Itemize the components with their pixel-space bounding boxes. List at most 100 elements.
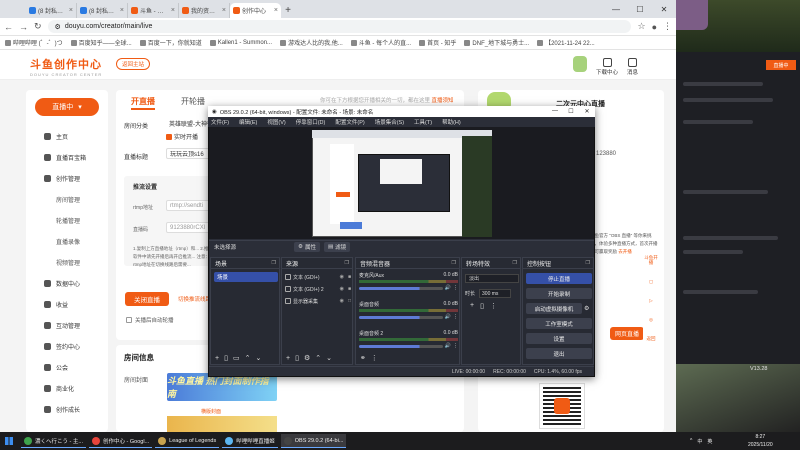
windows-start-icon[interactable] bbox=[0, 432, 18, 450]
studio-mode-button[interactable]: 工作室模式 bbox=[526, 318, 592, 329]
sidebar-subitem[interactable]: 视频管理 bbox=[56, 258, 80, 267]
obs-menu-item[interactable]: 编辑(E) bbox=[239, 118, 257, 126]
sidebar-subitem[interactable]: 房间管理 bbox=[56, 195, 80, 204]
sidebar-item[interactable]: 公会 bbox=[44, 363, 68, 372]
exit-button[interactable]: 退出 bbox=[526, 348, 592, 359]
lock-icon[interactable]: ■ bbox=[348, 286, 351, 292]
unlock-icon[interactable]: □ bbox=[348, 298, 351, 304]
switch-line-link[interactable]: 切换推流线路 bbox=[178, 295, 211, 303]
rtmp-input[interactable]: rtmp://sendti bbox=[166, 200, 212, 211]
tray-item[interactable]: 英 bbox=[707, 438, 712, 445]
background-app-live-button[interactable]: 直播中 bbox=[766, 60, 796, 70]
sidebar-item[interactable]: 数据中心 bbox=[44, 279, 80, 288]
stream-code-input[interactable]: 9123880rCXl bbox=[166, 222, 212, 233]
volume-slider[interactable] bbox=[359, 286, 443, 290]
dock-float-icon[interactable]: ❐ bbox=[345, 260, 349, 266]
visibility-eye-icon[interactable]: ◉ bbox=[340, 274, 344, 280]
speaker-icon[interactable]: 🔊 bbox=[445, 343, 451, 349]
channel-menu-icon[interactable]: ⋮ bbox=[453, 314, 458, 320]
volume-slider[interactable] bbox=[359, 344, 443, 348]
minimize-icon[interactable]: — bbox=[604, 0, 628, 18]
bookmark-item[interactable]: 游戏达人比的我,他... bbox=[280, 38, 343, 47]
settings-button[interactable]: 设置 bbox=[526, 333, 592, 344]
obs-menu-item[interactable]: 视图(V) bbox=[267, 118, 285, 126]
live-status-button[interactable]: 直播中 ▾ bbox=[35, 98, 99, 116]
taskbar-app[interactable]: League of Legends bbox=[155, 434, 220, 448]
move-up-icon[interactable]: ⌃ bbox=[245, 354, 251, 362]
remove-source-icon[interactable]: ▯ bbox=[295, 354, 299, 362]
obs-menu-item[interactable]: 文件(F) bbox=[211, 118, 229, 126]
transition-menu-icon[interactable]: ⋮ bbox=[490, 302, 497, 310]
obs-menu-item[interactable]: 停靠窗口(D) bbox=[296, 118, 326, 126]
obs-menu-item[interactable]: 场景集合(S) bbox=[375, 118, 404, 126]
float-video-icon[interactable]: ▷ bbox=[649, 298, 652, 303]
obs-menu-item[interactable]: 帮助(H) bbox=[442, 118, 461, 126]
forward-icon[interactable]: → bbox=[19, 22, 28, 32]
tab-close-icon[interactable]: × bbox=[69, 7, 73, 14]
add-scene-icon[interactable]: + bbox=[215, 355, 219, 362]
profile-icon[interactable]: ● bbox=[652, 22, 657, 32]
browser-tab[interactable]: (8 封私信 / 24 条消息) 斯万 -× bbox=[26, 3, 77, 18]
duration-input[interactable]: 300 ms bbox=[479, 289, 512, 298]
move-down-icon[interactable]: ⌄ bbox=[255, 354, 261, 362]
source-row[interactable]: 文本 (GDI+) ◉ ■ bbox=[285, 272, 351, 282]
taskbar-app[interactable]: 哔哩哔哩直播姬 bbox=[222, 434, 278, 448]
cover-guide-banner[interactable]: 斗鱼直播 热门封面制作指南 bbox=[167, 373, 277, 401]
virtual-camera-button[interactable]: 启动虚拟摄像机 bbox=[526, 303, 582, 314]
sidebar-item[interactable]: 主页 bbox=[44, 132, 68, 141]
speaker-icon[interactable]: 🔊 bbox=[445, 314, 451, 320]
source-row[interactable]: 显示器采集 ◉ □ bbox=[285, 296, 351, 306]
tray-item[interactable]: ^ bbox=[690, 438, 692, 444]
sidebar-item[interactable]: 互动管理 bbox=[44, 321, 80, 330]
dock-float-icon[interactable]: ❐ bbox=[452, 260, 456, 266]
download-center[interactable]: 下载中心 bbox=[596, 58, 618, 76]
tab-close-icon[interactable]: × bbox=[120, 7, 124, 14]
float-chat-icon[interactable]: ▢ bbox=[649, 279, 653, 284]
taskbar-app[interactable]: 濃くへ行こう - 主... bbox=[21, 434, 86, 448]
new-tab-button[interactable]: + bbox=[281, 3, 295, 18]
tab-start-live[interactable]: 开直播 bbox=[131, 96, 155, 107]
taskbar-app[interactable]: OBS 29.0.2 (64-bi... bbox=[280, 434, 347, 448]
scene-item[interactable]: 场景 bbox=[214, 272, 278, 282]
return-home-button[interactable]: 返回主站 bbox=[116, 58, 151, 70]
auto-rotation-option[interactable]: 关播后自动轮播 bbox=[126, 316, 174, 324]
lock-icon[interactable]: ■ bbox=[348, 274, 351, 280]
transition-select[interactable]: 淡出 bbox=[465, 274, 519, 283]
sidebar-item[interactable]: 商业化 bbox=[44, 384, 74, 393]
volume-slider[interactable] bbox=[359, 315, 443, 319]
remove-scene-icon[interactable]: ▯ bbox=[224, 354, 228, 362]
float-back-label[interactable]: 返回 bbox=[647, 336, 656, 341]
clock[interactable]: 8:27 2025/11/20 bbox=[748, 433, 773, 449]
tip-link[interactable]: 直播须知 bbox=[432, 98, 454, 104]
start-recording-button[interactable]: 开始录制 bbox=[526, 288, 592, 299]
close-live-button[interactable]: 关闭直播 bbox=[125, 292, 169, 306]
right-card-link[interactable]: 去开播 bbox=[618, 249, 632, 254]
tab-close-icon[interactable]: × bbox=[222, 7, 226, 14]
obs-menu-item[interactable]: 配置文件(P) bbox=[335, 118, 364, 126]
dock-float-icon[interactable]: ❐ bbox=[513, 260, 517, 266]
obs-minimize-icon[interactable]: — bbox=[547, 108, 563, 115]
filters-button[interactable]: ▤ 滤镜 bbox=[323, 241, 351, 252]
sidebar-item[interactable]: 创作管理 bbox=[44, 174, 80, 183]
dock-float-icon[interactable]: ❐ bbox=[272, 260, 276, 266]
scene-filter-icon[interactable]: ▭ bbox=[233, 354, 240, 362]
close-icon[interactable]: ✕ bbox=[652, 0, 676, 18]
float-live-label[interactable]: 斗鱼开播 bbox=[643, 255, 659, 265]
speaker-icon[interactable]: 🔊 bbox=[445, 285, 451, 291]
bookmark-star-icon[interactable]: ☆ bbox=[637, 21, 645, 32]
remove-transition-icon[interactable]: ▯ bbox=[480, 302, 484, 310]
visibility-eye-icon[interactable]: ◉ bbox=[340, 286, 344, 292]
sidebar-item[interactable]: 签约中心 bbox=[44, 342, 80, 351]
realtime-checkbox[interactable]: 实时开播 bbox=[166, 132, 198, 141]
visibility-eye-icon[interactable]: ◉ bbox=[340, 298, 344, 304]
back-icon[interactable]: ← bbox=[4, 22, 13, 32]
browser-tab[interactable]: (8 封私信 / 24 条消息) 如何评× bbox=[77, 3, 128, 18]
reload-icon[interactable]: ↻ bbox=[34, 21, 42, 32]
add-transition-icon[interactable]: + bbox=[470, 302, 474, 310]
tab-rotation[interactable]: 开轮播 bbox=[181, 96, 205, 107]
obs-maximize-icon[interactable]: ☐ bbox=[563, 108, 579, 115]
more-menu-icon[interactable]: ⋮ bbox=[663, 21, 672, 32]
sidebar-item[interactable]: 创作成长 bbox=[44, 405, 80, 414]
sidebar-subitem[interactable]: 直播录像 bbox=[56, 237, 80, 246]
dock-float-icon[interactable]: ❐ bbox=[586, 260, 590, 266]
